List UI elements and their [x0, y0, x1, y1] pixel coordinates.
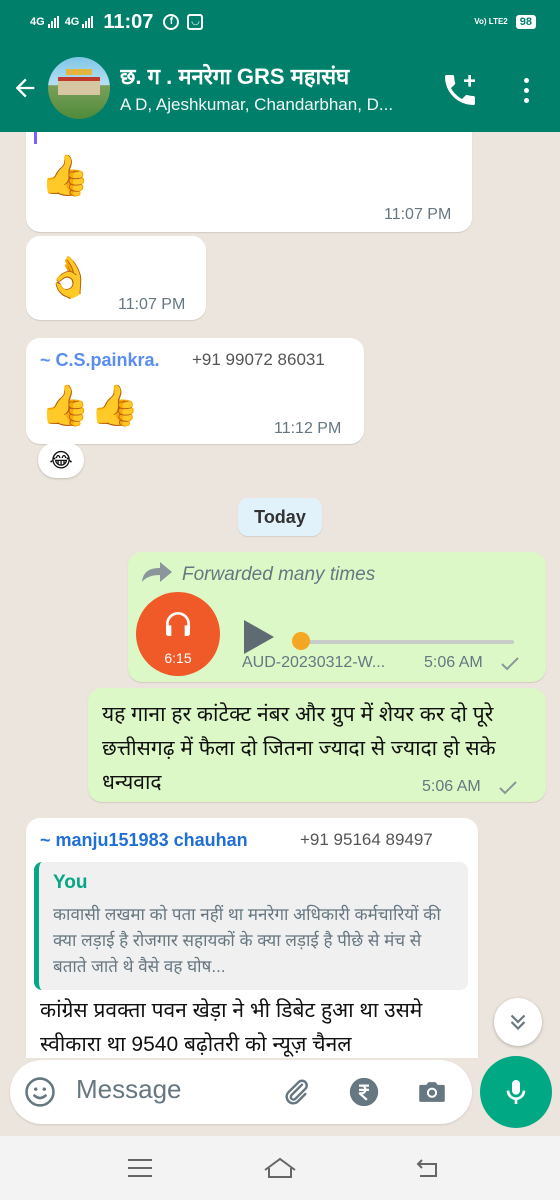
forwarded-label: Forwarded many times: [182, 564, 376, 585]
attach-button[interactable]: [278, 1074, 314, 1110]
back-button[interactable]: [2, 58, 48, 118]
sender-phone: +91 95164 89497: [300, 830, 433, 849]
status-bar: 4G 4G 11:07 f ◡ Vo) LTE2 98: [0, 0, 560, 44]
battery-icon: 98: [515, 15, 536, 29]
message-time: 11:07 PM: [118, 296, 186, 313]
audio-seekbar[interactable]: [296, 640, 514, 644]
avatar-banner: [66, 69, 92, 75]
facebook-icon: f: [163, 14, 180, 30]
play-button[interactable]: [244, 620, 274, 654]
forwarded-icon: [142, 562, 172, 582]
paperclip-icon: [285, 1079, 308, 1105]
message-input[interactable]: Message: [76, 1074, 182, 1105]
chat-area[interactable]: 👍 11:07 PM 👌 11:07 PM ~ C.S.painkra. +91…: [0, 132, 560, 1058]
double-chevron-down-icon: [510, 1014, 526, 1031]
group-title: छ. ग . मनरेगा GRS महासंघ: [120, 64, 350, 89]
shopping-bag-icon: ◡: [187, 14, 204, 30]
camera-button[interactable]: [414, 1074, 450, 1110]
message-bubble-manju[interactable]: ~ manju151983 chauhan +91 95164 89497 Yo…: [26, 818, 478, 1058]
seekbar-thumb[interactable]: [292, 632, 310, 650]
thumbs-up-pair-icon: 👍👍: [40, 383, 140, 429]
home-button[interactable]: [260, 1152, 300, 1184]
emoji-button[interactable]: [22, 1074, 58, 1110]
text-message-bubble-outgoing[interactable]: यह गाना हर कांटेक्ट नंबर और ग्रुप में शे…: [88, 688, 546, 802]
message-bubble-ok-hand[interactable]: 👌 11:07 PM: [26, 236, 206, 320]
menu-lines-icon: [128, 1159, 152, 1177]
battery-level: 98: [519, 16, 532, 28]
quote-bar-fragment: [34, 132, 37, 144]
reaction-badge[interactable]: 😂: [38, 442, 84, 478]
back-nav-icon: [416, 1159, 437, 1177]
back-arrow-icon: [15, 78, 35, 98]
signal-icon: [82, 16, 94, 28]
voice-record-button[interactable]: [480, 1056, 552, 1128]
sender-phone: +91 99072 86031: [192, 350, 325, 369]
chat-header: छ. ग . मनरेगा GRS महासंघ A D, Ajeshkumar…: [0, 44, 560, 132]
network-type-label: 4G: [30, 16, 45, 28]
audio-message-bubble[interactable]: Forwarded many times 6:15 AUD-20230312-W…: [128, 552, 546, 682]
message-bubble-thumbs-up[interactable]: 👍 11:07 PM: [26, 132, 472, 232]
menu-dot: [523, 87, 529, 93]
message-time: 5:06 AM: [424, 654, 483, 671]
system-navigation-bar: [0, 1136, 560, 1200]
sent-check-icon: [499, 781, 517, 795]
scroll-to-bottom-button[interactable]: [494, 998, 542, 1046]
message-time: 5:06 AM: [422, 778, 481, 795]
audio-duration: 6:15: [164, 650, 192, 666]
sent-check-icon: [501, 657, 519, 671]
avatar-building: [58, 77, 100, 95]
camera-icon: [419, 1082, 445, 1102]
smiley-icon: [25, 1077, 55, 1107]
home-icon: [264, 1157, 296, 1178]
group-members: A D, Ajeshkumar, Chandarbhan, D...: [120, 95, 394, 114]
volte-indicator: Vo) LTE2: [474, 17, 508, 26]
add-call-button[interactable]: [440, 70, 480, 110]
message-text: कांग्रेस प्रवक्ता पवन खेड़ा ने भी डिबेट …: [40, 999, 423, 1056]
network-type-label: 4G: [64, 16, 80, 28]
quoted-message[interactable]: You कावासी लखमा को पता नहीं था मनरेगा अध…: [34, 862, 468, 990]
thumbs-up-icon: 👍: [40, 153, 90, 199]
network-indicator-2: 4G: [65, 16, 94, 28]
add-call-icon: [445, 75, 475, 105]
group-info[interactable]: छ. ग . मनरेगा GRS महासंघ A D, Ajeshkumar…: [120, 61, 440, 115]
headphones-icon: [166, 612, 190, 636]
microphone-icon: [506, 1080, 526, 1104]
sender-name[interactable]: ~ manju151983 chauhan: [40, 830, 248, 851]
message-bubble-cs-painkra[interactable]: ~ C.S.painkra. +91 99072 86031 👍👍 11:12 …: [26, 338, 364, 444]
menu-dot: [523, 97, 529, 103]
quoted-author: You: [53, 872, 88, 893]
quoted-text: कावासी लखमा को पता नहीं था मनरेगा अधिकार…: [53, 905, 441, 976]
sender-name[interactable]: ~ C.S.painkra.: [40, 350, 160, 371]
ok-hand-icon: 👌: [44, 255, 94, 301]
more-options-button[interactable]: [514, 72, 538, 108]
group-avatar[interactable]: [48, 57, 110, 119]
status-time: 11:07: [103, 10, 154, 33]
network-indicator-1: 4G: [30, 16, 59, 28]
back-nav-button[interactable]: [408, 1152, 448, 1184]
date-separator: Today: [238, 498, 322, 536]
recent-apps-button[interactable]: [120, 1152, 160, 1184]
signal-icon: [47, 16, 59, 28]
message-time: 11:07 PM: [384, 206, 452, 223]
message-time: 11:12 PM: [274, 420, 342, 437]
laughing-emoji-icon: 😂: [49, 448, 73, 472]
message-composer: Message: [10, 1060, 472, 1124]
rupee-icon: [349, 1077, 379, 1107]
audio-file-name: AUD-20230312-W...: [242, 654, 386, 671]
payment-button[interactable]: [346, 1074, 382, 1110]
menu-dot: [523, 77, 529, 83]
